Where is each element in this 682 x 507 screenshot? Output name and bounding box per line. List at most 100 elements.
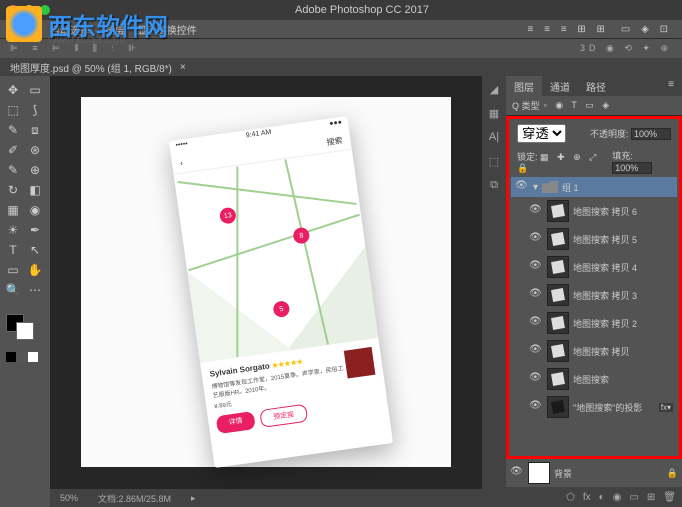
- layer-item[interactable]: 👁"地图搜索"的投影fx▾: [511, 393, 677, 421]
- layer-thumbnail[interactable]: [547, 284, 569, 306]
- tab-paths[interactable]: 路径: [578, 76, 614, 96]
- panel-icon-swatches[interactable]: ▦: [485, 104, 503, 122]
- document-tab-label: 地图厚度.psd @ 50% (组 1, RGB/8*): [10, 60, 172, 75]
- lock-fill-row: 锁定: ▦ ✚ ⊕ ⤢ 🔒 填充:: [511, 146, 677, 177]
- layer-thumbnail[interactable]: [547, 200, 569, 222]
- path-select-tool[interactable]: ↖: [24, 240, 46, 260]
- layer-group[interactable]: 👁 ▾ 组 1: [511, 177, 677, 197]
- highlighted-layers-region: 穿透 不透明度: 锁定: ▦ ✚ ⊕ ⤢ 🔒 填充: 👁 ▾ 组 1 👁地图搜索…: [506, 116, 682, 459]
- expand-icon[interactable]: ▾: [533, 182, 538, 193]
- background-layer[interactable]: 👁 背景 🔒: [506, 459, 682, 487]
- zoom-level[interactable]: 50%: [60, 493, 78, 503]
- eyedropper-tool[interactable]: ✐: [2, 140, 24, 160]
- phone-mockup-layer: •••••9:41 AM●●● ‹搜索 13 8 5 Sylvain Sorga…: [169, 116, 393, 468]
- mask-icon[interactable]: ◐: [599, 492, 605, 503]
- eraser-tool[interactable]: ◧: [24, 180, 46, 200]
- opacity-input[interactable]: [631, 128, 671, 140]
- panel-icon-adjustments[interactable]: ⬚: [485, 152, 503, 170]
- group-icon[interactable]: ▭: [629, 492, 638, 503]
- hand-tool[interactable]: ✋: [24, 260, 46, 280]
- layer-thumbnail[interactable]: [547, 312, 569, 334]
- zoom-tool[interactable]: 🔍: [2, 280, 24, 300]
- tab-channels[interactable]: 通道: [542, 76, 578, 96]
- fx-badge[interactable]: fx▾: [659, 403, 673, 412]
- close-tab-icon[interactable]: ×: [180, 62, 186, 73]
- link-layers-icon[interactable]: ⬠: [566, 492, 575, 503]
- healing-tool[interactable]: ⊛: [24, 140, 46, 160]
- visibility-toggle[interactable]: 👁: [529, 316, 543, 330]
- visibility-toggle[interactable]: 👁: [529, 204, 543, 218]
- align-icons[interactable]: ≡ ≡ ≡ ⊞ ⊞: [528, 24, 609, 35]
- layer-thumbnail[interactable]: [547, 228, 569, 250]
- dodge-tool[interactable]: ☀: [2, 220, 24, 240]
- filter-type-icons[interactable]: ▫ ◉ T ▭ ◈: [544, 100, 613, 111]
- background-color[interactable]: [16, 322, 34, 340]
- foreground-background-colors[interactable]: [6, 314, 44, 340]
- layer-thumbnail[interactable]: [528, 462, 550, 484]
- layer-item[interactable]: 👁地图搜索 拷贝 5: [511, 225, 677, 253]
- layer-item[interactable]: 👁地图搜索 拷贝: [511, 337, 677, 365]
- marquee-tool[interactable]: ⬚: [2, 100, 24, 120]
- delete-layer-icon[interactable]: 🗑: [663, 492, 676, 503]
- move-tool[interactable]: ✥: [2, 80, 24, 100]
- visibility-toggle[interactable]: 👁: [515, 180, 529, 194]
- opacity-label: 不透明度:: [590, 129, 629, 139]
- swatch-gray[interactable]: [17, 352, 27, 362]
- layer-thumbnail[interactable]: [547, 368, 569, 390]
- layer-thumbnail[interactable]: [547, 340, 569, 362]
- visibility-toggle[interactable]: 👁: [510, 466, 524, 480]
- visibility-toggle[interactable]: 👁: [529, 288, 543, 302]
- swatch-black[interactable]: [6, 352, 16, 362]
- panel-icon-crop[interactable]: ⧉: [485, 176, 503, 194]
- crop-tool[interactable]: ⧈: [24, 120, 46, 140]
- blur-tool[interactable]: ◉: [24, 200, 46, 220]
- edit-toolbar[interactable]: ⋯: [24, 280, 46, 300]
- fill-input[interactable]: [612, 162, 652, 174]
- toolbox: ✥▭ ⬚⟆ ✎⧈ ✐⊛ ✎⊕ ↻◧ ▦◉ ☀✒ T↖ ▭✋ 🔍⋯: [0, 76, 50, 507]
- layer-item[interactable]: 👁地图搜索 拷贝 4: [511, 253, 677, 281]
- new-layer-icon[interactable]: ⊞: [647, 492, 655, 503]
- canvas-area[interactable]: •••••9:41 AM●●● ‹搜索 13 8 5 Sylvain Sorga…: [50, 76, 482, 507]
- lock-icon[interactable]: 🔒: [667, 468, 678, 479]
- watermark-text: 西东软件网: [48, 7, 168, 42]
- fx-icon[interactable]: fx: [583, 492, 591, 503]
- layer-thumbnail[interactable]: [547, 396, 569, 418]
- document-tab[interactable]: 地图厚度.psd @ 50% (组 1, RGB/8*) ×: [0, 58, 682, 76]
- document-canvas[interactable]: •••••9:41 AM●●● ‹搜索 13 8 5 Sylvain Sorga…: [81, 97, 451, 467]
- visibility-toggle[interactable]: 👁: [529, 344, 543, 358]
- visibility-toggle[interactable]: 👁: [529, 372, 543, 386]
- brush-tool[interactable]: ✎: [2, 160, 24, 180]
- layers-list[interactable]: 👁 ▾ 组 1 👁地图搜索 拷贝 6 👁地图搜索 拷贝 5 👁地图搜索 拷贝 4…: [511, 177, 677, 454]
- fill-label: 填充:: [612, 151, 633, 161]
- visibility-toggle[interactable]: 👁: [529, 232, 543, 246]
- visibility-toggle[interactable]: 👁: [529, 260, 543, 274]
- adjustment-icon[interactable]: ◉: [613, 492, 622, 503]
- group-name[interactable]: 组 1: [562, 181, 673, 194]
- gradient-tool[interactable]: ▦: [2, 200, 24, 220]
- layer-thumbnail[interactable]: [547, 256, 569, 278]
- layer-item[interactable]: 👁地图搜索 拷贝 6: [511, 197, 677, 225]
- type-tool[interactable]: T: [2, 240, 24, 260]
- document-status-bar: 50% 文档:2.86M/25.8M ▸: [50, 489, 482, 507]
- panel-menu-icon[interactable]: ≡: [660, 76, 682, 96]
- shape-tool[interactable]: ▭: [2, 260, 24, 280]
- pen-tool[interactable]: ✒: [24, 220, 46, 240]
- workspace-icons[interactable]: ▭ ◈ ⊡: [621, 24, 672, 35]
- artboard-tool[interactable]: ▭: [24, 80, 46, 100]
- layer-item[interactable]: 👁地图搜索: [511, 365, 677, 393]
- blend-mode-select[interactable]: 穿透: [517, 124, 566, 143]
- lasso-tool[interactable]: ⟆: [24, 100, 46, 120]
- tab-layers[interactable]: 图层: [506, 76, 542, 96]
- layer-item[interactable]: 👁地图搜索 拷贝 2: [511, 309, 677, 337]
- history-brush-tool[interactable]: ↻: [2, 180, 24, 200]
- mode-3d-icons[interactable]: 3D ◉ ⟲ ✦ ⊕: [580, 43, 672, 54]
- layer-item[interactable]: 👁地图搜索 拷贝 3: [511, 281, 677, 309]
- panel-icon-color[interactable]: ◢: [485, 80, 503, 98]
- visibility-toggle[interactable]: 👁: [529, 400, 543, 414]
- collapsed-panels-strip: ◢ ▦ A| ⬚ ⧉: [482, 76, 506, 507]
- quick-select-tool[interactable]: ✎: [2, 120, 24, 140]
- layers-panel-footer: ⬠ fx ◐ ◉ ▭ ⊞ 🗑: [506, 487, 682, 507]
- stamp-tool[interactable]: ⊕: [24, 160, 46, 180]
- panel-icon-libraries[interactable]: A|: [485, 128, 503, 146]
- swatch-white[interactable]: [28, 352, 38, 362]
